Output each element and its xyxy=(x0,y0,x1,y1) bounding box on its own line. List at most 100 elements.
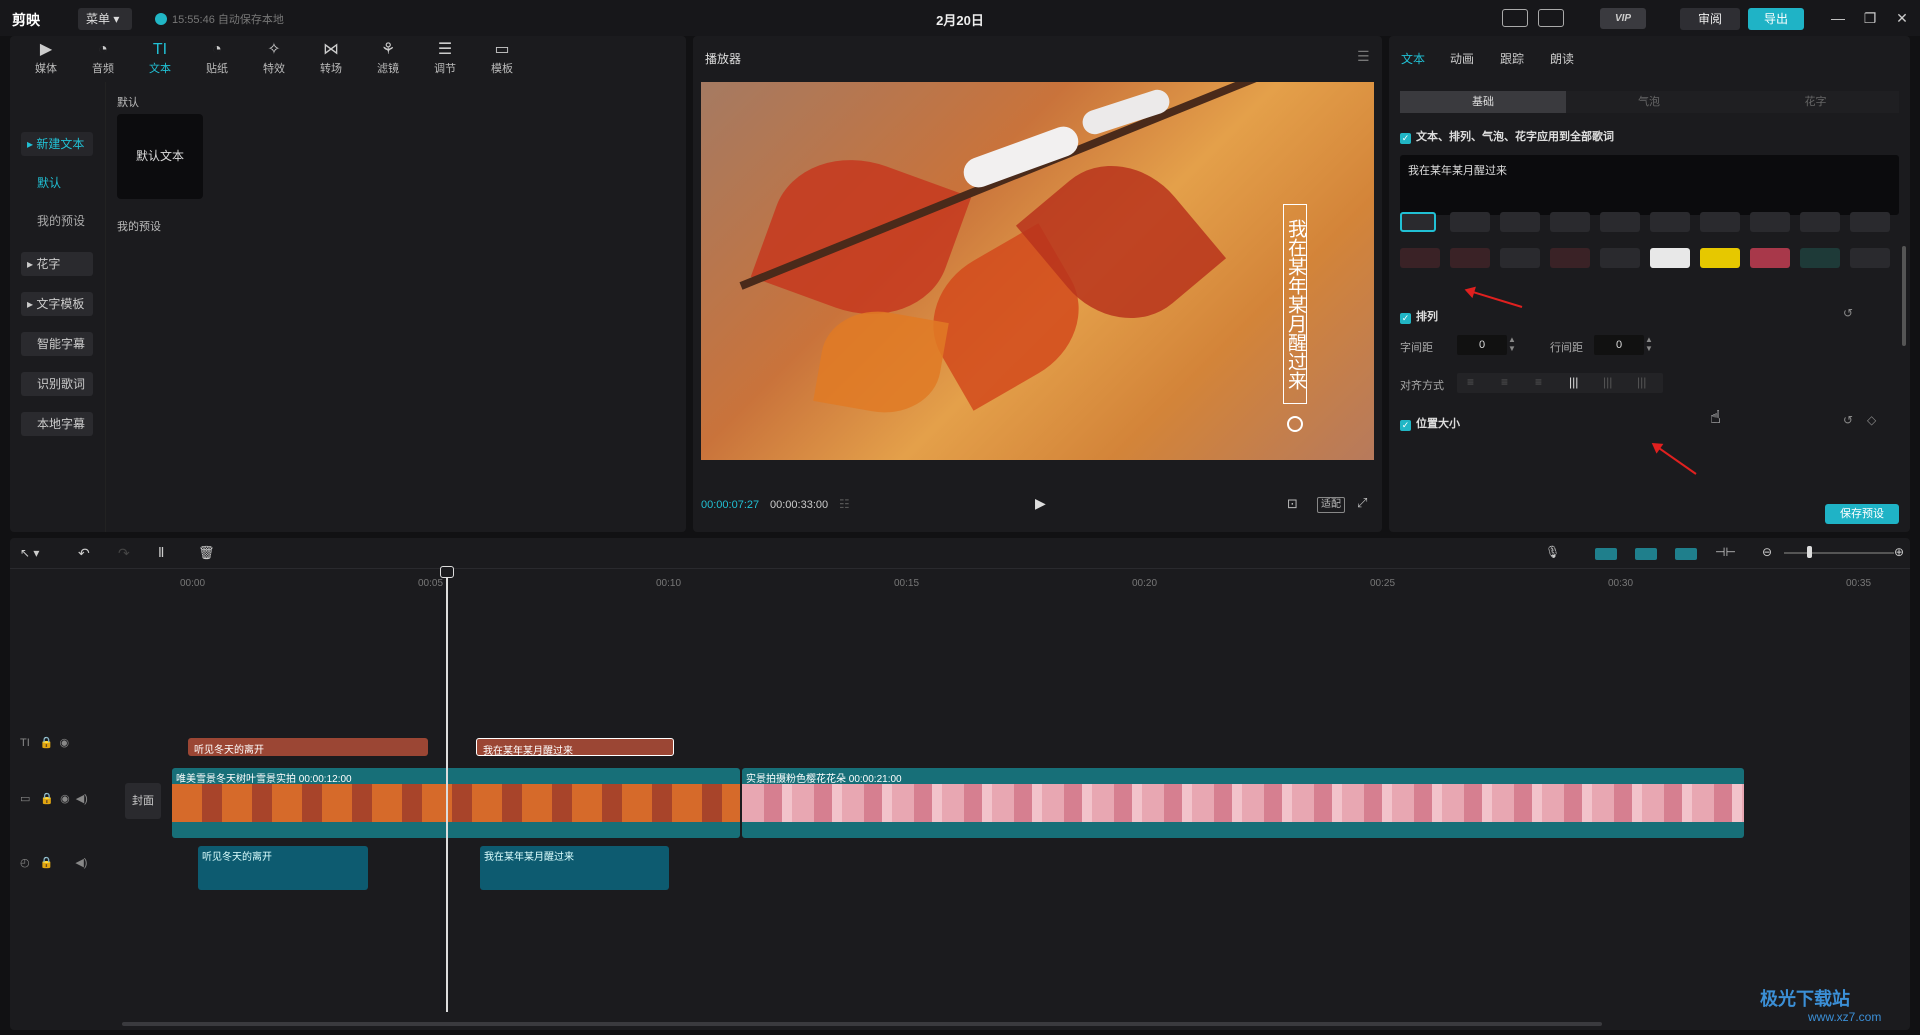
video-clip[interactable]: 唯美雪景冬天树叶雪景实拍 00:00:12:00 xyxy=(172,768,740,838)
play-icon[interactable]: ▶ xyxy=(1035,495,1046,512)
tab-sticker[interactable]: ◔ 贴纸 xyxy=(193,40,241,76)
tab-audio[interactable]: ◔ 音频 xyxy=(79,40,127,76)
sidebar-item-new-text[interactable]: ▸ 新建文本 xyxy=(21,132,93,156)
preview-axis-icon[interactable] xyxy=(1675,548,1697,560)
zoom-slider[interactable] xyxy=(1784,552,1894,554)
sidebar-item-flower-text[interactable]: ▸ 花字 xyxy=(21,252,93,276)
screenshot-icon[interactable]: ⊡ xyxy=(1287,496,1298,512)
style-swatch[interactable] xyxy=(1550,248,1590,268)
swatch-none[interactable] xyxy=(1400,212,1436,232)
subtitle-text-box[interactable]: 我在某年某月醒过来 xyxy=(1283,204,1307,404)
split-icon[interactable]: Ⅱ xyxy=(158,545,164,561)
volume-icon[interactable]: ◀) xyxy=(76,793,88,805)
style-swatch[interactable] xyxy=(1700,248,1740,268)
sidebar-item-lyrics[interactable]: 识别歌词 xyxy=(21,372,93,396)
style-swatch[interactable] xyxy=(1800,248,1840,268)
tab-animation[interactable]: 动画 xyxy=(1450,50,1474,67)
swatch[interactable] xyxy=(1450,212,1490,232)
review-button[interactable]: 审阅 xyxy=(1680,8,1740,30)
tab-template[interactable]: ▭ 模板 xyxy=(478,40,526,76)
align-vertical-top-icon[interactable]: ||| xyxy=(1569,375,1578,389)
swatch[interactable] xyxy=(1800,212,1840,232)
arrange-checkbox[interactable]: ✓ 排列 xyxy=(1400,308,1438,324)
cover-button[interactable]: 封面 xyxy=(125,783,161,819)
align-vertical-center-icon[interactable]: ||| xyxy=(1603,375,1612,389)
zoom-slider-handle[interactable] xyxy=(1807,546,1812,558)
link-icon[interactable] xyxy=(1635,548,1657,560)
microphone-icon[interactable]: 🎙 xyxy=(1545,545,1560,559)
swatch[interactable] xyxy=(1600,212,1640,232)
reset-icon[interactable]: ↺ xyxy=(1843,413,1853,427)
reset-icon[interactable]: ↺ xyxy=(1843,306,1853,320)
vip-badge[interactable]: VIP xyxy=(1600,8,1646,29)
volume-icon[interactable]: ◀) xyxy=(75,857,87,869)
tab-media[interactable]: ▶ 媒体 xyxy=(22,40,70,76)
text-clip-selected[interactable]: 我在某年某月醒过来 xyxy=(476,738,674,756)
seg-bubble[interactable]: 气泡 xyxy=(1566,91,1732,113)
lock-icon[interactable]: 🔒 xyxy=(40,737,54,749)
swatch[interactable] xyxy=(1750,212,1790,232)
style-swatch[interactable] xyxy=(1500,248,1540,268)
swatch[interactable] xyxy=(1650,212,1690,232)
menu-button[interactable]: 菜单 ▾ xyxy=(78,8,132,30)
zoom-in-icon[interactable]: ⊕ xyxy=(1894,545,1904,559)
menu-icon[interactable]: ☰ xyxy=(1357,48,1370,65)
sidebar-item-text-template[interactable]: ▸ 文字模板 xyxy=(21,292,93,316)
sidebar-item-local-caption[interactable]: 本地字幕 xyxy=(21,412,93,436)
stepper-icon[interactable]: ▲ ▼ xyxy=(1645,335,1653,353)
sidebar-item-default[interactable]: 默认 xyxy=(37,174,61,191)
sidebar-item-smart-caption[interactable]: 智能字幕 xyxy=(21,332,93,356)
tab-filter[interactable]: ⚘ 滤镜 xyxy=(364,40,412,76)
minimize-icon[interactable]: — xyxy=(1827,8,1849,28)
layout-icon[interactable] xyxy=(1538,9,1564,27)
keyboard-icon[interactable] xyxy=(1502,9,1528,27)
seg-basic[interactable]: 基础 xyxy=(1400,91,1566,113)
video-preview[interactable]: 我在某年某月醒过来 xyxy=(701,82,1374,460)
close-icon[interactable]: ✕ xyxy=(1891,8,1913,28)
undo-icon[interactable]: ↶ xyxy=(78,545,90,562)
char-spacing-input[interactable]: 0 xyxy=(1457,335,1507,355)
tab-read-aloud[interactable]: 朗读 xyxy=(1550,50,1574,67)
style-swatch[interactable] xyxy=(1450,248,1490,268)
default-text-card[interactable]: 默认文本 xyxy=(117,114,203,199)
select-tool-icon[interactable]: ↖ ▾ xyxy=(20,546,39,560)
eye-icon[interactable]: ◉ xyxy=(59,737,69,749)
lock-icon[interactable]: 🔒 xyxy=(40,793,54,805)
tab-text[interactable]: TI 文本 xyxy=(136,40,184,76)
tab-effects[interactable]: ✧ 特效 xyxy=(250,40,298,76)
playhead-handle[interactable] xyxy=(440,566,454,578)
swatch[interactable] xyxy=(1500,212,1540,232)
rotate-icon[interactable] xyxy=(1287,416,1303,432)
swatch[interactable] xyxy=(1700,212,1740,232)
seg-flower[interactable]: 花字 xyxy=(1732,91,1899,113)
scrollbar[interactable] xyxy=(1902,246,1906,346)
ratio-button[interactable]: 适配 xyxy=(1317,497,1345,513)
align-clip-icon[interactable]: ⊣⊢ xyxy=(1715,545,1736,559)
line-spacing-input[interactable]: 0 xyxy=(1594,335,1644,355)
zoom-out-icon[interactable]: ⊖ xyxy=(1762,545,1772,559)
align-right-icon[interactable]: ≡ xyxy=(1535,375,1542,389)
tab-transition[interactable]: ⋈ 转场 xyxy=(307,40,355,76)
restore-icon[interactable]: ❐ xyxy=(1859,8,1881,28)
text-input[interactable]: 我在某年某月醒过来 xyxy=(1400,155,1899,215)
style-swatch[interactable] xyxy=(1750,248,1790,268)
audio-clip[interactable]: 我在某年某月醒过来 xyxy=(480,846,669,890)
delete-icon[interactable]: 🗑 xyxy=(198,545,215,561)
swatch[interactable] xyxy=(1550,212,1590,232)
save-preset-button[interactable]: 保存预设 xyxy=(1825,504,1899,524)
align-left-icon[interactable]: ≡ xyxy=(1467,375,1474,389)
export-button[interactable]: 导出 xyxy=(1748,8,1804,30)
text-clip[interactable]: 听见冬天的离开 xyxy=(188,738,428,756)
align-center-icon[interactable]: ≡ xyxy=(1501,375,1508,389)
audio-clip[interactable]: 听见冬天的离开 xyxy=(198,846,368,890)
position-checkbox[interactable]: ✓ 位置大小 xyxy=(1400,415,1460,431)
playhead[interactable] xyxy=(446,568,448,1012)
style-swatch[interactable] xyxy=(1600,248,1640,268)
swatch[interactable] xyxy=(1850,212,1890,232)
tab-tracking[interactable]: 跟踪 xyxy=(1500,50,1524,67)
sidebar-item-my-presets[interactable]: 我的预设 xyxy=(37,212,85,229)
redo-icon[interactable]: ↷ xyxy=(118,545,130,562)
style-swatch[interactable] xyxy=(1400,248,1440,268)
magnet-icon[interactable] xyxy=(1595,548,1617,560)
fullscreen-icon[interactable]: ⤢ xyxy=(1357,495,1367,511)
